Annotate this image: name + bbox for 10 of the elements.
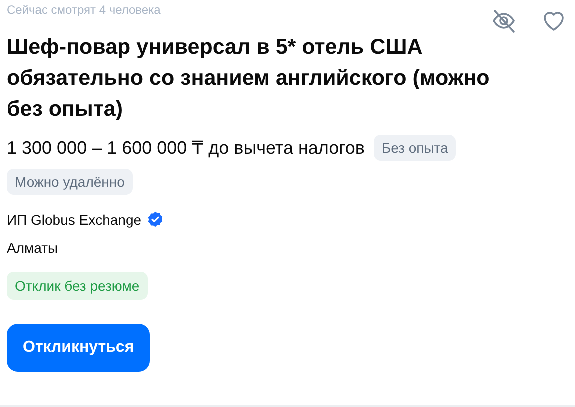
tag: Можно удалённо [7,169,133,195]
vacancy-title: Шеф-повар универсал в 5* отель США обязательно со знанием английского (можно без опыта) [7,34,491,123]
salary: 1 300 000 – 1 600 000 ₸ до вычета налогов [7,138,365,158]
response-badge: Отклик без резюме [7,272,148,300]
viewer-count: Сейчас смотрят 4 человека [7,3,161,17]
company-name[interactable]: ИП Globus Exchange [7,212,142,228]
experience-tag: Без опыта [374,135,456,161]
hide-icon[interactable] [491,8,517,34]
city: Алматы [7,240,60,256]
apply-button[interactable]: Откликнуться [7,324,150,372]
